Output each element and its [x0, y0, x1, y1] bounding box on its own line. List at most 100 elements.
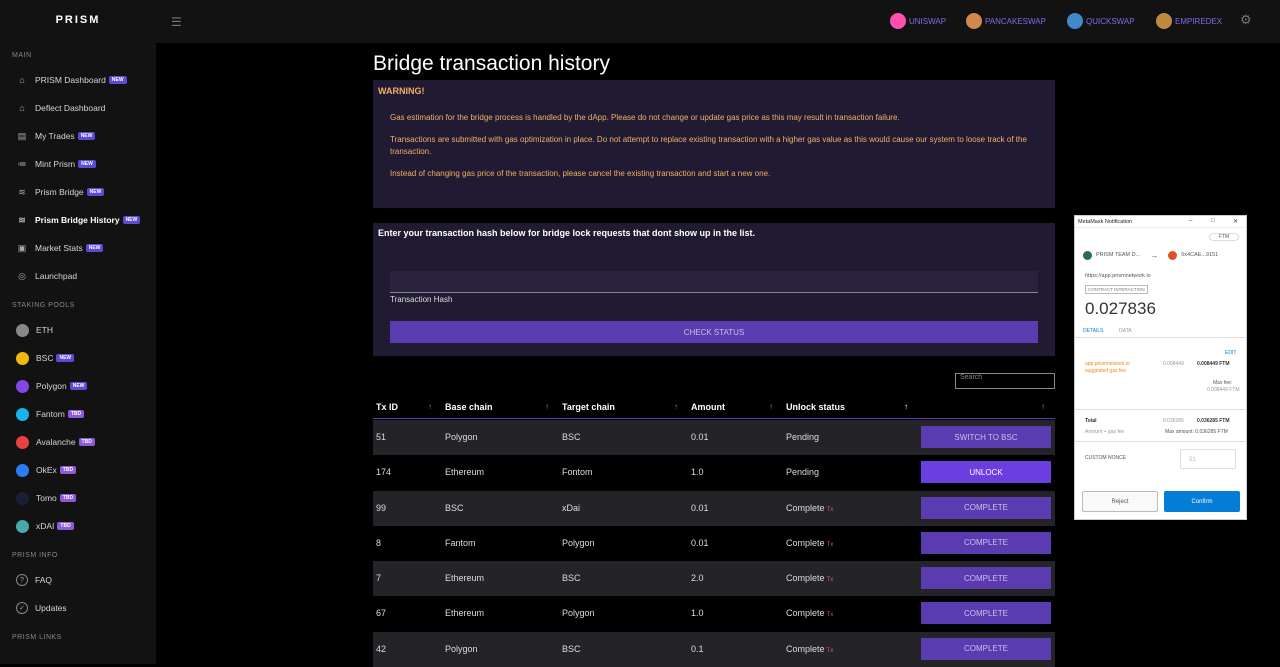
new-badge: NEW — [85, 244, 104, 252]
gas-source: app.prismnetwork.io — [1085, 361, 1130, 367]
sidebar-item[interactable]: ▤ My Trades NEW — [0, 122, 156, 150]
warning-text-3: Instead of changing gas price of the tra… — [390, 169, 771, 178]
page-title: Bridge transaction history — [373, 52, 610, 75]
header-amount[interactable]: Amount — [691, 402, 725, 412]
tab-details[interactable]: DETAILS — [1083, 328, 1103, 334]
confirm-button[interactable]: Confirm — [1164, 491, 1240, 512]
row-action-button[interactable]: COMPLETE — [921, 637, 1051, 660]
custom-nonce-input[interactable]: 51 — [1180, 449, 1236, 469]
row-action-button[interactable]: UNLOCK — [921, 461, 1051, 484]
transaction-hash-input[interactable] — [390, 271, 1038, 293]
unlock-status: Complete Tx — [786, 538, 833, 548]
header-tx-id[interactable]: Tx ID — [376, 402, 398, 412]
staking-pool-item[interactable]: xDAI TBD — [0, 512, 156, 540]
gear-icon[interactable]: ⚙ — [1240, 12, 1252, 28]
sort-icon[interactable]: ↑ — [1041, 402, 1045, 411]
menu-icon[interactable]: ☰ — [171, 15, 182, 29]
dex-link-pancakeswap[interactable]: PANCAKESWAP — [966, 13, 1046, 29]
staking-pool-label: Polygon — [36, 381, 67, 391]
maximize-icon[interactable]: □ — [1211, 218, 1215, 224]
status-text: Pending — [786, 467, 820, 478]
info-item[interactable]: ? FAQ — [0, 566, 156, 594]
tab-data[interactable]: DATA — [1119, 328, 1132, 334]
staking-pool-item[interactable]: ETH — [0, 316, 156, 344]
unlock-status: Pending — [786, 432, 819, 442]
dex-link-quickswap[interactable]: QUICKSWAP — [1067, 13, 1135, 29]
section-main: MAIN — [12, 52, 32, 59]
edit-gas-link[interactable]: EDIT — [1225, 350, 1236, 356]
sidebar-item-label: Prism Bridge History — [35, 215, 120, 225]
sort-icon[interactable]: ↑ — [545, 402, 549, 411]
coin-icon — [16, 351, 29, 365]
divider — [1075, 409, 1246, 410]
from-account: PRISM TEAM D... — [1096, 252, 1141, 258]
sidebar-item[interactable]: ⌂ Deflect Dashboard — [0, 94, 156, 122]
coin-icon — [16, 323, 29, 337]
main-content: Bridge transaction history WARNING! Gas … — [373, 44, 1055, 667]
sort-icon[interactable]: ↑ — [674, 402, 678, 411]
from-avatar — [1083, 250, 1092, 260]
tx-link[interactable]: Tx — [827, 648, 834, 654]
row-action-button[interactable]: COMPLETE — [921, 567, 1051, 590]
base-chain: Ethereum — [445, 467, 485, 478]
dex-link-uniswap[interactable]: UNISWAP — [890, 13, 946, 29]
minimize-icon[interactable]: – — [1189, 218, 1192, 224]
tx-link[interactable]: Tx — [827, 612, 834, 618]
dex-link-empiredex[interactable]: EMPIREDEX — [1156, 13, 1222, 29]
check-status-button[interactable]: CHECK STATUS — [390, 321, 1038, 343]
close-icon[interactable]: ✕ — [1233, 218, 1238, 225]
staking-pool-item[interactable]: OkEx TBD — [0, 456, 156, 484]
sidebar: PRISM MAIN ⌂ PRISM Dashboard NEW ⌂ Deflect D… — [0, 0, 156, 664]
target-chain: Polygon — [562, 537, 595, 548]
table-row: 42 Polygon BSC 0.1 Complete Tx COMPLETE — [373, 631, 1055, 667]
sidebar-item[interactable]: ⌂ PRISM Dashboard NEW — [0, 66, 156, 94]
dex-label: EMPIREDEX — [1175, 16, 1223, 26]
target-chain: Fontom — [562, 467, 593, 478]
unlock-status: Complete Tx — [786, 503, 833, 513]
sort-icon[interactable]: ↑ — [769, 402, 773, 411]
document-icon: ▤ — [17, 130, 27, 141]
table-row: 99 BSC xDai 0.01 Complete Tx COMPLETE — [373, 490, 1055, 526]
header-target-chain[interactable]: Target chain — [562, 402, 615, 412]
staking-pool-item[interactable]: Polygon NEW — [0, 372, 156, 400]
coin-icon — [16, 519, 29, 533]
tx-link[interactable]: Tx — [827, 507, 834, 513]
row-action-button[interactable]: COMPLETE — [921, 531, 1051, 554]
amount: 1.0 — [691, 467, 704, 478]
row-action-button[interactable]: COMPLETE — [921, 602, 1051, 625]
target-chain: Polygon — [562, 608, 595, 619]
metamask-popup: MetaMask Notification – □ ✕ FTM PRISM TE… — [1074, 215, 1247, 520]
transaction-table-body: 51 Polygon BSC 0.01 Pending SWITCH TO BSC 174 E… — [373, 420, 1055, 667]
history-icon: ≋ — [18, 214, 26, 225]
search-input[interactable]: Search — [955, 373, 1055, 389]
staking-pool-item[interactable]: Avalanche TBD — [0, 428, 156, 456]
brand-logo[interactable]: PRISM — [0, 0, 156, 40]
sort-icon[interactable]: ↑ — [428, 402, 432, 411]
header-base-chain[interactable]: Base chain — [445, 402, 493, 412]
info-item-label: Updates — [35, 603, 67, 613]
reject-button[interactable]: Reject — [1082, 491, 1158, 512]
warning-title: WARNING! — [378, 86, 425, 96]
sidebar-item[interactable]: ≋ Prism Bridge NEW — [0, 178, 156, 206]
row-action-button[interactable]: COMPLETE — [921, 496, 1051, 519]
header-unlock-status[interactable]: Unlock status — [786, 402, 845, 412]
target-chain: xDai — [562, 502, 581, 513]
total-small: 0.036285 — [1163, 418, 1184, 424]
sidebar-item[interactable]: ≋ Prism Bridge History NEW — [0, 206, 156, 234]
coin-icon — [16, 463, 29, 477]
metamask-tabs: DETAILS DATA — [1075, 326, 1246, 338]
sidebar-item[interactable]: ≔ Mint Prism NEW — [0, 150, 156, 178]
info-item[interactable]: ✓ Updates — [0, 594, 156, 622]
sidebar-item[interactable]: ◎ Launchpad — [0, 262, 156, 290]
unlock-status: Complete Tx — [786, 608, 833, 618]
sidebar-item[interactable]: ▣ Market Stats NEW — [0, 234, 156, 262]
sort-active-icon[interactable]: ↑ — [904, 402, 908, 411]
staking-pool-item[interactable]: Fantom TBD — [0, 400, 156, 428]
section-info: PRISM INFO — [12, 552, 58, 559]
tx-link[interactable]: Tx — [827, 577, 834, 583]
row-action-button[interactable]: SWITCH TO BSC — [921, 426, 1051, 448]
staking-pool-item[interactable]: BSC NEW — [0, 344, 156, 372]
tx-link[interactable]: Tx — [827, 542, 834, 548]
staking-pool-item[interactable]: Tomo TBD — [0, 484, 156, 512]
network-selector[interactable]: FTM — [1209, 233, 1239, 241]
